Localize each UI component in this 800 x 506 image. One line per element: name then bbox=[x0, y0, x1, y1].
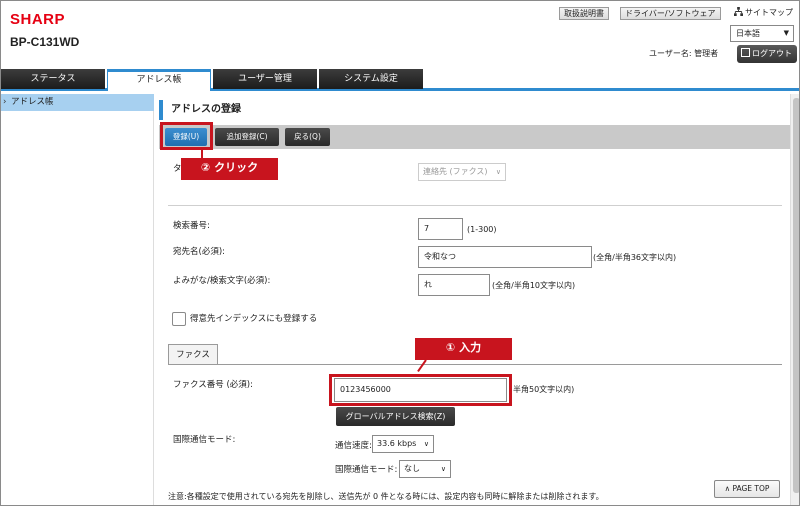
fax-tab-underline bbox=[168, 364, 782, 365]
callout-input: ① 入力 bbox=[415, 338, 512, 360]
logout-button[interactable]: ログアウト bbox=[737, 45, 797, 63]
chevron-down-icon: ∨ bbox=[495, 168, 501, 176]
device-model: BP-C131WD bbox=[10, 35, 80, 49]
browser-frame: SHARP BP-C131WD 取扱説明書 ドライバー/ソフトウェア サイトマッ… bbox=[0, 0, 800, 506]
sidebar-item-label: アドレス帳 bbox=[11, 97, 54, 107]
scrollbar-thumb[interactable] bbox=[793, 98, 799, 493]
logout-icon bbox=[741, 48, 750, 57]
sitemap-link[interactable]: サイトマップ bbox=[734, 7, 793, 19]
sharp-logo: SHARP bbox=[10, 11, 66, 28]
fax-number-label: ファクス番号 (必須): bbox=[173, 380, 253, 390]
speed-select[interactable]: 33.6 kbps ∨ bbox=[372, 435, 434, 453]
page-title: アドレスの登録 bbox=[159, 100, 791, 120]
register-highlight-box bbox=[160, 122, 213, 150]
main-tab-bar: ステータス アドレス帳 ユーザー管理 システム設定 bbox=[1, 69, 799, 91]
speed-value: 33.6 kbps bbox=[377, 439, 417, 448]
chevron-down-icon: ▼ bbox=[783, 29, 789, 37]
sidebar: › アドレス帳 bbox=[1, 94, 154, 505]
page-top-button[interactable]: ∧ PAGE TOP bbox=[714, 480, 780, 498]
back-button[interactable]: 戻る(Q) bbox=[285, 128, 330, 146]
section-divider bbox=[168, 205, 782, 206]
callout-click: ② クリック bbox=[181, 158, 278, 180]
sitemap-icon bbox=[734, 7, 743, 16]
language-select[interactable]: 日本語 ▼ bbox=[730, 25, 794, 42]
chevron-right-icon: › bbox=[3, 97, 7, 107]
intl-value: なし bbox=[404, 464, 420, 473]
driver-link[interactable]: ドライバー/ソフトウェア bbox=[620, 7, 721, 20]
type-value: 連絡先 (ファクス) bbox=[423, 167, 488, 176]
index-checkbox[interactable] bbox=[172, 312, 186, 326]
tab-status[interactable]: ステータス bbox=[1, 69, 105, 89]
search-number-label: 検索番号: bbox=[173, 221, 210, 231]
sidebar-item-address-book[interactable]: › アドレス帳 bbox=[1, 94, 154, 111]
global-address-search-button[interactable]: グローバルアドレス検索(Z) bbox=[336, 407, 455, 426]
action-button-bar: 登録(U) 追加登録(C) 戻る(Q) bbox=[159, 125, 799, 149]
index-checkbox-label: 得意先インデックスにも登録する bbox=[190, 314, 318, 324]
logout-label: ログアウト bbox=[752, 49, 792, 58]
sitemap-label: サイトマップ bbox=[745, 8, 793, 17]
language-value: 日本語 bbox=[736, 29, 760, 38]
name-label: 宛先名(必須): bbox=[173, 247, 225, 257]
intl-select[interactable]: なし ∨ bbox=[399, 460, 451, 478]
main-content: アドレスの登録 登録(U) 追加登録(C) 戻る(Q) ② クリック タ 連絡先… bbox=[159, 94, 799, 505]
fax-number-input[interactable]: 0123456000 bbox=[334, 378, 507, 402]
user-name: ユーザー名: 管理者 bbox=[649, 49, 719, 58]
intl-mode-label: 国際通信モード: bbox=[173, 435, 236, 445]
add-register-button[interactable]: 追加登録(C) bbox=[215, 128, 279, 146]
type-label: タ bbox=[173, 164, 182, 174]
tab-address-book[interactable]: アドレス帳 bbox=[107, 69, 211, 91]
search-number-input[interactable]: 7 bbox=[418, 218, 463, 240]
deletion-note: 注意:各種設定で使用されている宛先を削除し、送信先が 0 件となる時には、設定内… bbox=[168, 492, 604, 501]
chevron-down-icon: ∨ bbox=[440, 465, 446, 473]
page-top-label: PAGE TOP bbox=[732, 484, 770, 493]
kana-input[interactable]: れ bbox=[418, 274, 490, 296]
callout-input-pointer bbox=[417, 359, 427, 373]
chevron-down-icon: ∨ bbox=[423, 440, 429, 448]
kana-hint: (全角/半角10文字以内) bbox=[492, 281, 576, 290]
type-select[interactable]: 連絡先 (ファクス) ∨ bbox=[418, 163, 506, 181]
intl-sub-label: 国際通信モード: bbox=[335, 465, 398, 475]
name-input[interactable]: 令和なつ bbox=[418, 246, 592, 268]
speed-label: 通信速度: bbox=[335, 441, 372, 451]
fax-number-hint: 半角50文字以内) bbox=[513, 385, 575, 394]
callout-click-pointer bbox=[201, 150, 203, 158]
tab-system-settings[interactable]: システム設定 bbox=[319, 69, 423, 89]
vertical-scrollbar[interactable] bbox=[790, 94, 799, 505]
manual-link[interactable]: 取扱説明書 bbox=[559, 7, 609, 20]
tab-fax[interactable]: ファクス bbox=[168, 344, 218, 364]
tab-user-management[interactable]: ユーザー管理 bbox=[213, 69, 317, 89]
kana-label: よみがな/検索文字(必須): bbox=[173, 276, 271, 286]
name-hint: (全角/半角36文字以内) bbox=[593, 253, 677, 262]
search-number-hint: (1-300) bbox=[467, 225, 497, 234]
